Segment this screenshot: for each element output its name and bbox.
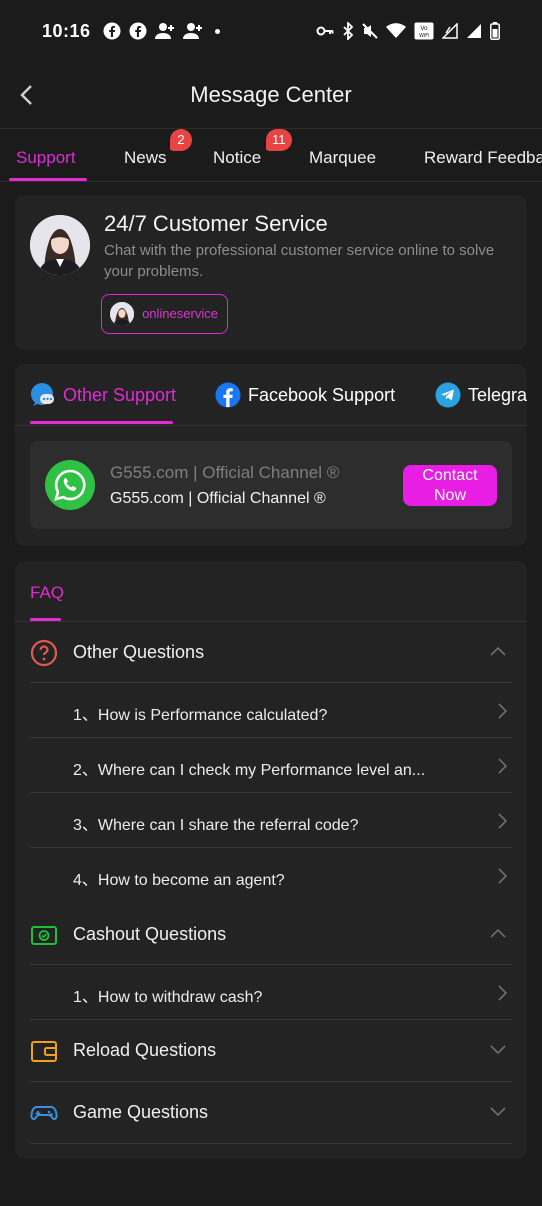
chevron-right-icon [498, 758, 508, 774]
chevron-right-icon [498, 703, 508, 719]
support-tab-label: Telegra [468, 384, 528, 405]
support-tab-label: Other Support [63, 384, 177, 405]
faq-question-label: 1、How is Performance calculated? [73, 707, 328, 724]
app-header: Message Center [0, 62, 542, 128]
tab-support[interactable]: Support [16, 129, 76, 181]
divider [30, 1143, 512, 1144]
faq-category-cashout[interactable]: Cashout Questions [15, 904, 527, 964]
notice-unread-badge: 11 [266, 129, 292, 151]
back-button[interactable] [14, 82, 38, 108]
add-person-icon [182, 23, 202, 39]
cash-icon [31, 926, 57, 945]
svg-text:WiFi: WiFi [419, 33, 429, 39]
message-tabs: Support News 2 Notice 11 Marquee Reward … [0, 128, 542, 182]
faq-category-reload[interactable]: Reload Questions [15, 1020, 527, 1080]
facebook-icon [215, 382, 241, 408]
official-channel-item: G555.com | Official Channel ® G555.com |… [30, 441, 512, 529]
wifi-icon [386, 23, 406, 38]
facebook-notification-icon [103, 22, 121, 40]
online-service-chip[interactable]: onlineservice [101, 294, 228, 334]
whatsapp-icon [45, 460, 95, 510]
vowifi-icon: VoWiFi [414, 22, 434, 40]
faq-question-row[interactable]: 1、How to withdraw cash? [30, 964, 512, 1019]
contact-now-button[interactable]: Contact Now [403, 465, 497, 506]
channel-name: G555.com | Official Channel ® [110, 463, 340, 482]
tab-reward-feedback[interactable]: Reward Feedba [424, 129, 542, 181]
chevron-down-icon [490, 1045, 506, 1055]
active-tab-indicator [9, 178, 87, 181]
faq-question-label: 2、Where can I check my Performance level… [73, 762, 426, 779]
tab-news[interactable]: News [124, 129, 167, 181]
status-bar: 10:16 Vo WiFi [0, 0, 542, 62]
customer-service-description: Chat with the professional customer serv… [104, 242, 495, 280]
chevron-up-icon [490, 928, 506, 938]
faq-question-row[interactable]: 4、How to become an agent? [30, 847, 512, 902]
telegram-icon [435, 382, 461, 408]
agent-avatar [110, 302, 134, 326]
faq-question-row[interactable]: 3、Where can I share the referral code? [30, 792, 512, 847]
signal-icon [467, 24, 481, 38]
chevron-up-icon [490, 646, 506, 656]
status-time: 10:16 [42, 20, 91, 41]
tab-faq[interactable]: FAQ [30, 583, 64, 603]
mute-icon [362, 23, 378, 39]
wallet-icon [31, 1041, 57, 1062]
page-title: Message Center [190, 82, 352, 107]
gamepad-icon [30, 1106, 58, 1120]
chevron-down-icon [490, 1107, 506, 1117]
news-unread-badge: 2 [170, 129, 192, 151]
vpn-key-icon [316, 26, 334, 36]
tab-notice[interactable]: Notice [213, 129, 261, 181]
support-tab-telegram[interactable]: Telegra [435, 380, 527, 410]
chevron-left-icon [20, 85, 32, 105]
divider [15, 425, 527, 426]
faq-question-label: 4、How to become an agent? [73, 872, 285, 889]
channel-subtitle: G555.com | Official Channel ® [110, 490, 326, 507]
notification-icons [103, 22, 220, 40]
chat-bubble-icon [31, 383, 54, 406]
faq-category-game[interactable]: Game Questions [15, 1082, 527, 1142]
customer-service-avatar [30, 215, 90, 275]
faq-category-label: Game Questions [73, 1102, 209, 1122]
agent-name: onlineservice [142, 306, 218, 321]
add-person-icon [154, 23, 174, 39]
customer-service-card[interactable]: 24/7 Customer Service Chat with the prof… [15, 195, 527, 350]
support-tab-other[interactable]: Other Support [30, 380, 176, 410]
faq-question-row[interactable]: 2、Where can I check my Performance level… [30, 737, 512, 792]
faq-question-row[interactable]: 1、How is Performance calculated? [30, 682, 512, 737]
faq-category-label: Reload Questions [73, 1040, 217, 1060]
battery-icon [490, 22, 500, 40]
support-tab-facebook[interactable]: Facebook Support [215, 380, 395, 410]
chevron-right-icon [498, 813, 508, 829]
faq-category-label: Other Questions [73, 642, 205, 662]
faq-category-label: Cashout Questions [73, 924, 227, 944]
more-notifications-dot [214, 28, 220, 34]
chevron-right-icon [498, 868, 508, 884]
tab-marquee[interactable]: Marquee [309, 129, 376, 181]
svg-text:Vo: Vo [420, 25, 428, 32]
facebook-notification-icon [129, 22, 147, 40]
bluetooth-icon [343, 22, 354, 40]
customer-service-title: 24/7 Customer Service [104, 211, 328, 236]
support-tab-indicator [30, 421, 173, 424]
signal-off-icon [442, 23, 458, 39]
system-icons: Vo WiFi [316, 22, 500, 40]
faq-card: FAQ Other Questions 1、How is Performance… [15, 561, 527, 1159]
faq-question-label: 1、How to withdraw cash? [73, 989, 263, 1006]
chevron-right-icon [498, 985, 508, 1001]
question-circle-icon [30, 639, 58, 667]
support-channels-card: Other Support Facebook Support Telegra G… [15, 364, 527, 546]
faq-question-label: 3、Where can I share the referral code? [73, 817, 359, 834]
faq-category-other[interactable]: Other Questions [15, 622, 527, 682]
support-tab-label: Facebook Support [248, 384, 396, 405]
